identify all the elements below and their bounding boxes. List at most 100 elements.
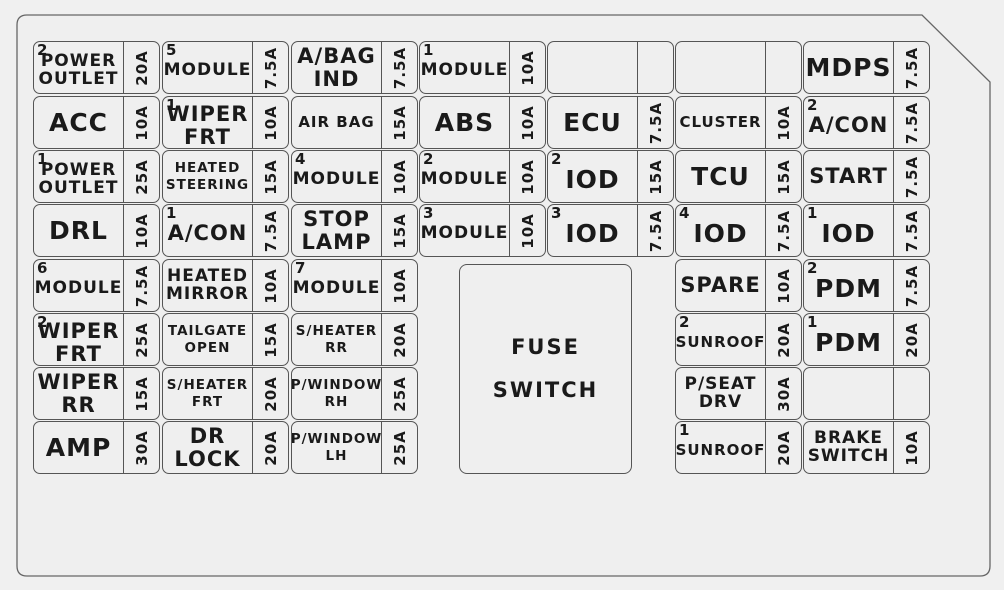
- fuse-label: WIPER RR: [37, 370, 120, 417]
- fuse[interactable]: S/HEATER RR 20A: [291, 313, 418, 366]
- fuse[interactable]: [547, 41, 674, 94]
- fuse-label: PDM: [815, 328, 882, 357]
- fuse-rating-area: 7.5A: [124, 260, 159, 311]
- fuse-label-area: DR LOCK: [163, 422, 253, 473]
- fuse[interactable]: AIR BAG 15A: [291, 96, 418, 149]
- fuse-label: WIPER FRT: [37, 319, 120, 366]
- fuse[interactable]: BRAKE SWITCH 10A: [803, 421, 930, 474]
- fuse-rating-area: 10A: [510, 97, 545, 148]
- fuse[interactable]: ABS 10A: [419, 96, 546, 149]
- fuse-label: DRL: [49, 216, 108, 245]
- fuse-rating: 7.5A: [902, 46, 921, 89]
- fuse-rating-area: 20A: [766, 422, 801, 473]
- fuse-rating: 10A: [774, 267, 793, 304]
- fuse[interactable]: ECU 7.5A: [547, 96, 674, 149]
- fuse[interactable]: A/BAG IND 7.5A: [291, 41, 418, 94]
- fuse[interactable]: MODULE 5 7.5A: [162, 41, 289, 94]
- fuse[interactable]: POWER OUTLET 1 25A: [33, 150, 160, 203]
- fuse-label-area: MODULE 7: [292, 260, 382, 311]
- fuse[interactable]: MODULE 7 10A: [291, 259, 418, 312]
- fuse[interactable]: A/CON 2 7.5A: [803, 96, 930, 149]
- fuse-label-area: SUNROOF 1: [676, 422, 766, 473]
- fuse-rating: 7.5A: [390, 46, 409, 89]
- fuse[interactable]: SUNROOF 1 20A: [675, 421, 802, 474]
- fuse[interactable]: HEATED MIRROR 10A: [162, 259, 289, 312]
- fuse-rating-area: 7.5A: [894, 205, 929, 256]
- fuse[interactable]: SPARE 10A: [675, 259, 802, 312]
- fuse-label: MODULE: [420, 223, 509, 243]
- fuse[interactable]: MODULE 2 10A: [419, 150, 546, 203]
- fuse[interactable]: A/CON 1 7.5A: [162, 204, 289, 257]
- fuse-rating: 25A: [132, 158, 151, 195]
- fuse-rating: 20A: [132, 49, 151, 86]
- fuse-label-area: IOD 3: [548, 205, 638, 256]
- fuse-rating-area: 20A: [253, 368, 288, 419]
- fuse[interactable]: DR LOCK 20A: [162, 421, 289, 474]
- fuse[interactable]: SUNROOF 2 20A: [675, 313, 802, 366]
- fuse[interactable]: MDPS 7.5A: [803, 41, 930, 94]
- fuse[interactable]: POWER OUTLET 2 20A: [33, 41, 160, 94]
- fuse-rating-area: 15A: [124, 368, 159, 419]
- fuse-rating: 10A: [774, 104, 793, 141]
- fuse-label-area: WIPER FRT 2: [34, 314, 124, 365]
- fuse[interactable]: TAILGATE OPEN 15A: [162, 313, 289, 366]
- fuse-rating-area: 10A: [124, 97, 159, 148]
- fuse[interactable]: S/HEATER FRT 20A: [162, 367, 289, 420]
- fuse-label: POWER OUTLET: [38, 50, 119, 89]
- fuse[interactable]: MODULE 4 10A: [291, 150, 418, 203]
- fuse-label-area: MODULE 3: [420, 205, 510, 256]
- fuse[interactable]: IOD 4 7.5A: [675, 204, 802, 257]
- fuse[interactable]: ACC 10A: [33, 96, 160, 149]
- fuse-label: DR LOCK: [174, 424, 241, 471]
- fuse-label-area: WIPER RR: [34, 368, 124, 419]
- fuse-switch[interactable]: FUSE SWITCH: [459, 264, 632, 474]
- fuse[interactable]: WIPER FRT 2 25A: [33, 313, 160, 366]
- fuse[interactable]: [803, 367, 930, 420]
- fuse-rating-area: 10A: [894, 422, 929, 473]
- fuse[interactable]: MODULE 3 10A: [419, 204, 546, 257]
- fuse[interactable]: PDM 2 7.5A: [803, 259, 930, 312]
- fuse-label: IOD: [565, 219, 620, 248]
- fuse[interactable]: CLUSTER 10A: [675, 96, 802, 149]
- fuse[interactable]: PDM 1 20A: [803, 313, 930, 366]
- fuse[interactable]: WIPER RR 15A: [33, 367, 160, 420]
- fuse[interactable]: HEATED STEERING 15A: [162, 150, 289, 203]
- fuse-rating-area: 25A: [124, 151, 159, 202]
- fuse-label: BRAKE SWITCH: [807, 427, 890, 466]
- fuse[interactable]: DRL 10A: [33, 204, 160, 257]
- fuse-label: S/HEATER FRT: [166, 376, 249, 410]
- fuse-label-area: MODULE 5: [163, 42, 253, 93]
- fuse-label: MODULE: [163, 60, 252, 80]
- fuse-label: A/BAG IND: [297, 44, 376, 91]
- fuse-rating: 10A: [518, 158, 537, 195]
- fuse-number: 2: [423, 150, 435, 168]
- fuse-label-area: MODULE 4: [292, 151, 382, 202]
- fuse-label: POWER OUTLET: [38, 159, 119, 198]
- fuse[interactable]: MODULE 1 10A: [419, 41, 546, 94]
- fuse-label-area: TCU: [676, 151, 766, 202]
- fuse[interactable]: MODULE 6 7.5A: [33, 259, 160, 312]
- fuse[interactable]: IOD 1 7.5A: [803, 204, 930, 257]
- fuse-label: MODULE: [420, 60, 509, 80]
- fuse-label-area: [676, 42, 766, 93]
- fuse[interactable]: STOP LAMP 15A: [291, 204, 418, 257]
- fuse[interactable]: TCU 15A: [675, 150, 802, 203]
- fuse-label-area: SPARE: [676, 260, 766, 311]
- fuse-rating-area: 20A: [382, 314, 417, 365]
- fuse-label-area: P/WINDOW LH: [291, 422, 382, 473]
- fuse[interactable]: P/WINDOW RH 25A: [291, 367, 418, 420]
- fuse[interactable]: START 7.5A: [803, 150, 930, 203]
- fuse-rating-area: 20A: [766, 314, 801, 365]
- fuse-number: 4: [295, 150, 307, 168]
- fuse[interactable]: WIPER FRT 1 10A: [162, 96, 289, 149]
- fuse[interactable]: P/SEAT DRV 30A: [675, 367, 802, 420]
- fuse[interactable]: P/WINDOW LH 25A: [291, 421, 418, 474]
- fuse[interactable]: AMP 30A: [33, 421, 160, 474]
- fuse-label-area: MODULE 2: [420, 151, 510, 202]
- fuse[interactable]: IOD 2 15A: [547, 150, 674, 203]
- fuse-label: A/CON: [808, 113, 889, 137]
- fuse-rating-area: 10A: [510, 151, 545, 202]
- fuse[interactable]: [675, 41, 802, 94]
- fuse[interactable]: IOD 3 7.5A: [547, 204, 674, 257]
- fuse-label: TAILGATE OPEN: [167, 322, 248, 356]
